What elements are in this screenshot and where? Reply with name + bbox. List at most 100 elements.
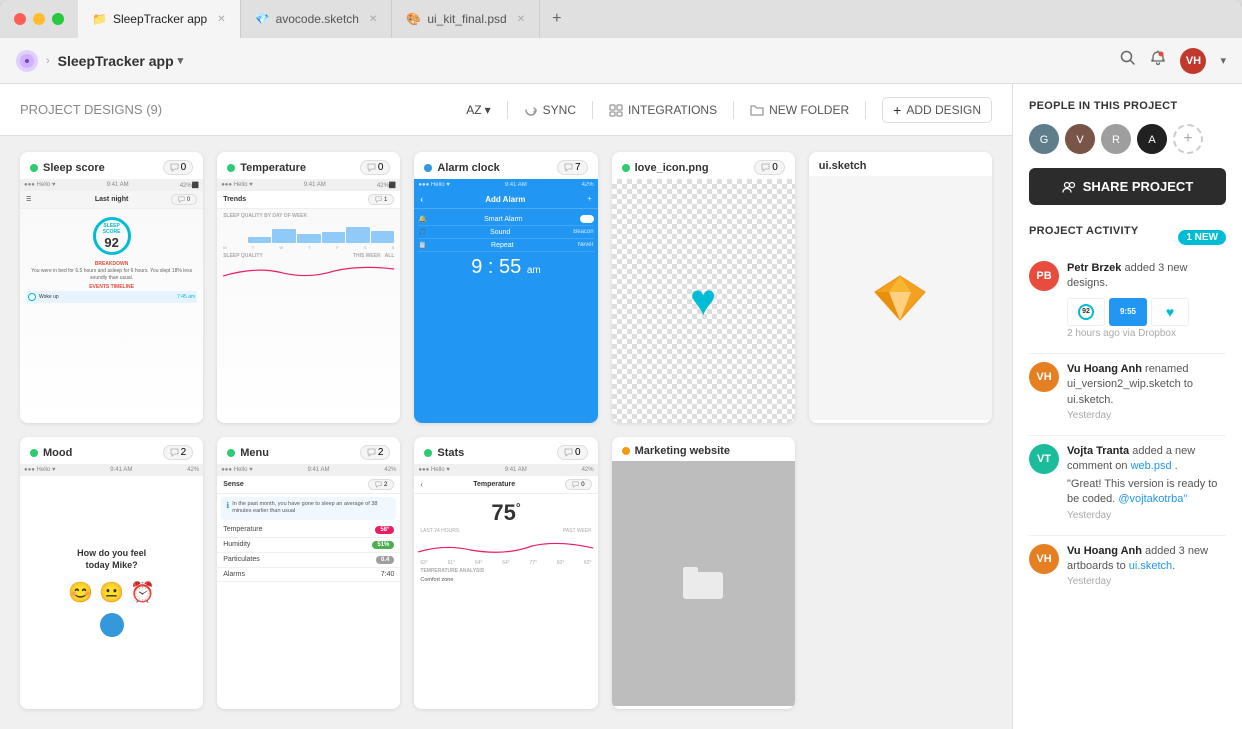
tab-label: SleepTracker app: [113, 12, 207, 26]
activity-text-4: Vu Hoang Anh added 3 new artboards to ui…: [1067, 544, 1226, 575]
tab-close-icon[interactable]: ✕: [369, 14, 377, 25]
title-bar: 📁 SleepTracker app ✕ 💎 avocode.sketch ✕ …: [0, 0, 1242, 38]
page-title: PROJECT DESIGNS (9): [20, 102, 466, 117]
tab-avocode[interactable]: 💎 avocode.sketch ✕: [241, 0, 393, 38]
activity-time-1: 2 hours ago via Dropbox: [1067, 328, 1226, 339]
activity-text-3: Vojta Tranta added a new comment on web.…: [1067, 444, 1226, 508]
psd-icon: 🎨: [406, 12, 421, 26]
activity-text-1: Petr Brzek added 3 new designs.: [1067, 261, 1226, 292]
activity-item-4: VH Vu Hoang Anh added 3 new artboards to…: [1029, 544, 1226, 588]
share-project-button[interactable]: SHARE PROJECT: [1029, 168, 1226, 205]
status-dot: [30, 164, 38, 172]
status-dot: [30, 449, 38, 457]
activity-avatar-vh: VH: [1029, 362, 1059, 392]
status-dot: [622, 164, 630, 172]
tab-label: ui_kit_final.psd: [427, 12, 506, 26]
avatar-p3[interactable]: [1101, 124, 1131, 154]
tab-label: avocode.sketch: [276, 12, 359, 26]
status-dot: [622, 447, 630, 455]
tab-close-icon[interactable]: ✕: [217, 14, 225, 25]
activity-link[interactable]: web.psd: [1131, 460, 1172, 472]
status-dot: [424, 449, 432, 457]
account-dropdown[interactable]: ▾: [1220, 54, 1226, 67]
card-menu[interactable]: Menu 2 ●●● Hello ♥9:41 AM42% Sense: [217, 437, 400, 708]
search-button[interactable]: [1120, 50, 1136, 71]
traffic-lights: [0, 13, 78, 25]
add-person-button[interactable]: +: [1173, 124, 1203, 154]
thumb-blue: 9:55: [1109, 298, 1147, 326]
card-ui-sketch[interactable]: ui.sketch: [809, 152, 992, 423]
sketch-icon: 💎: [255, 12, 270, 26]
status-dot: [227, 449, 235, 457]
content-header: PROJECT DESIGNS (9) AZ ▾ SYNC: [0, 84, 1012, 136]
nav-bar: › SleepTracker app ▾ VH ▾: [0, 38, 1242, 84]
avatar-p1[interactable]: [1029, 124, 1059, 154]
main-layout: PROJECT DESIGNS (9) AZ ▾ SYNC: [0, 84, 1242, 729]
app-window: 📁 SleepTracker app ✕ 💎 avocode.sketch ✕ …: [0, 0, 1242, 729]
emoji-neutral: 😐: [99, 580, 124, 605]
fullscreen-button[interactable]: [52, 13, 64, 25]
folder-icon: 📁: [92, 12, 107, 26]
emoji-happy: 😊: [68, 580, 93, 605]
comment-count: 0: [557, 445, 588, 460]
sort-button[interactable]: AZ ▾: [466, 103, 490, 117]
sync-button[interactable]: SYNC: [524, 103, 576, 117]
activity-time-4: Yesterday: [1067, 576, 1226, 587]
integrations-button[interactable]: INTEGRATIONS: [609, 103, 717, 117]
comment-count: 0: [360, 160, 391, 175]
card-marketing[interactable]: Marketing website: [612, 437, 795, 708]
dropdown-arrow[interactable]: ▾: [178, 54, 184, 67]
activity-header: PROJECT ACTIVITY 1 NEW: [1029, 225, 1226, 249]
comment-count: 7: [557, 160, 588, 175]
add-design-button[interactable]: + ADD DESIGN: [882, 97, 992, 123]
people-avatars: +: [1029, 124, 1226, 154]
notifications-button[interactable]: [1150, 50, 1166, 71]
tabs-bar: 📁 SleepTracker app ✕ 💎 avocode.sketch ✕ …: [78, 0, 1242, 38]
tab-sleeptracker[interactable]: 📁 SleepTracker app ✕: [78, 0, 241, 38]
card-stats[interactable]: Stats 0 ●●● Hello ♥9:41 AM42% ‹ Temperat…: [414, 437, 597, 708]
new-folder-button[interactable]: NEW FOLDER: [750, 103, 849, 117]
designs-grid: Sleep score 0 ●●● Hello ♥9:41 AM42%⬛ ☰ L…: [0, 136, 1012, 725]
card-mood[interactable]: Mood 2 ●●● Hello ♥9:41 AM42% How do you …: [20, 437, 203, 708]
activity-avatar-pb: PB: [1029, 261, 1059, 291]
card-alarm-clock[interactable]: Alarm clock 7 ●●● Hello ♥9:41 AM42% ‹ Ad…: [414, 152, 597, 423]
activity-time-3: Yesterday: [1067, 510, 1226, 521]
activity-item-1: PB Petr Brzek added 3 new designs. 92 9:…: [1029, 261, 1226, 339]
emoji-alarm: ⏰: [130, 580, 155, 605]
toolbar: AZ ▾ SYNC INTEGRATIONS: [466, 97, 992, 123]
mention-link[interactable]: @vojtakotrba": [1118, 493, 1187, 505]
nav-title: SleepTracker app ▾: [58, 53, 183, 69]
breadcrumb-separator: ›: [46, 55, 50, 67]
activity-title: PROJECT ACTIVITY: [1029, 225, 1139, 237]
tab-uikit[interactable]: 🎨 ui_kit_final.psd ✕: [392, 0, 540, 38]
card-temperature[interactable]: Temperature 0 ●●● Hello ♥9:41 AM42%⬛ Tre…: [217, 152, 400, 423]
thumb-heart: ♥: [1151, 298, 1189, 326]
activity-link2[interactable]: ui.sketch: [1129, 560, 1172, 572]
activity-avatar-vh2: VH: [1029, 544, 1059, 574]
activity-thumbnails: 92 9:55 ♥: [1067, 298, 1226, 326]
thumb-sleep: 92: [1067, 298, 1105, 326]
comment-count: 0: [163, 160, 194, 175]
comment-count: 0: [754, 160, 785, 175]
sketch-diamond-icon: [873, 274, 927, 322]
card-love-icon[interactable]: love_icon.png 0 ♥: [612, 152, 795, 423]
close-button[interactable]: [14, 13, 26, 25]
app-logo: [16, 50, 38, 72]
people-section-title: PEOPLE IN THIS PROJECT: [1029, 100, 1226, 112]
content-area: PROJECT DESIGNS (9) AZ ▾ SYNC: [0, 84, 1012, 729]
card-sleep-score[interactable]: Sleep score 0 ●●● Hello ♥9:41 AM42%⬛ ☰ L…: [20, 152, 203, 423]
comment-count: 2: [163, 445, 194, 460]
avatar-p4[interactable]: [1137, 124, 1167, 154]
tab-close-icon[interactable]: ✕: [517, 14, 525, 25]
activity-time-2: Yesterday: [1067, 410, 1226, 421]
new-tab-button[interactable]: +: [540, 10, 573, 28]
avatar-p2[interactable]: [1065, 124, 1095, 154]
status-dot: [227, 164, 235, 172]
activity-avatar-vt: VT: [1029, 444, 1059, 474]
comment-count: 2: [360, 445, 391, 460]
nav-icons: VH ▾: [1120, 48, 1226, 74]
activity-item-3: VT Vojta Tranta added a new comment on w…: [1029, 444, 1226, 521]
minimize-button[interactable]: [33, 13, 45, 25]
activity-badge: 1 NEW: [1178, 230, 1226, 245]
user-avatar[interactable]: VH: [1180, 48, 1206, 74]
